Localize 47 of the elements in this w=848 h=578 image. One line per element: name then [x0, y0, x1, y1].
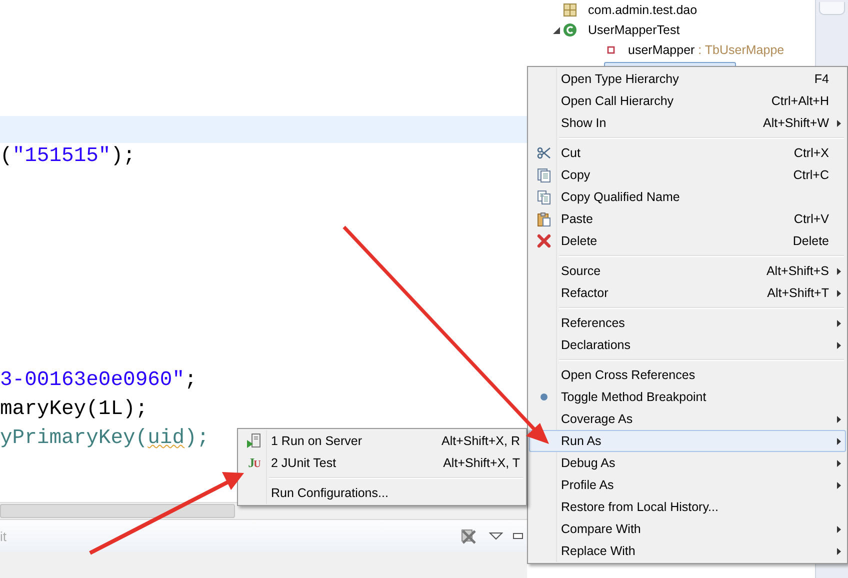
- menu-item[interactable]: Replace With: [529, 540, 846, 562]
- class-icon: [563, 23, 577, 37]
- server-icon: [246, 433, 262, 449]
- code-line: yPrimaryKey(uid);: [0, 426, 210, 452]
- menu-item[interactable]: Compare With: [529, 518, 846, 540]
- tree-item[interactable]: com.admin.test.dao: [585, 1, 700, 19]
- copy-icon: [537, 190, 551, 204]
- minimize-icon[interactable]: [513, 533, 523, 539]
- menu-item[interactable]: Toggle Method Breakpoint: [529, 386, 846, 408]
- scissors-icon: [537, 146, 551, 160]
- menu-item[interactable]: Show In Alt+Shift+W: [529, 112, 846, 134]
- breakpoint-icon: [540, 393, 548, 401]
- menu-item[interactable]: Restore from Local History...: [529, 496, 846, 518]
- menu-item[interactable]: Coverage As: [529, 408, 846, 430]
- menu-item[interactable]: 1 Run on Server Alt+Shift+X, R: [239, 430, 525, 452]
- menu-item[interactable]: Copy Ctrl+C: [529, 164, 846, 186]
- menu-item[interactable]: Declarations: [529, 334, 846, 356]
- menu-item[interactable]: Open Call Hierarchy Ctrl+Alt+H: [529, 90, 846, 112]
- menu-item[interactable]: Refactor Alt+Shift+T: [529, 282, 846, 304]
- junit-icon: JU: [248, 455, 260, 471]
- expand-arrow-icon[interactable]: [552, 26, 560, 34]
- menu-item[interactable]: JU 2 JUnit Test Alt+Shift+X, T: [239, 452, 525, 474]
- menu-item[interactable]: Run Configurations...: [239, 482, 525, 504]
- tree-item[interactable]: userMapper : TbUserMappe: [625, 41, 788, 59]
- menu-item[interactable]: Source Alt+Shift+S: [529, 260, 846, 282]
- view-menu-icon[interactable]: [489, 532, 503, 540]
- menu-item[interactable]: Open Cross References: [529, 364, 846, 386]
- menu-item[interactable]: Debug As: [529, 452, 846, 474]
- code-line: 3-00163e0e0960";: [0, 368, 197, 394]
- menu-item[interactable]: Paste Ctrl+V: [529, 208, 846, 230]
- code-line: maryKey(1L);: [0, 397, 148, 423]
- menu-item[interactable]: Delete Delete: [529, 230, 846, 252]
- menu-item[interactable]: Open Type Hierarchy F4: [529, 68, 846, 90]
- menu-item[interactable]: Copy Qualified Name: [529, 186, 846, 208]
- menu-item[interactable]: Cut Ctrl+X: [529, 142, 846, 164]
- menu-item[interactable]: References: [529, 312, 846, 334]
- copy-icon: [537, 168, 551, 182]
- menu-item[interactable]: Run As: [529, 430, 846, 452]
- code-line: ("151515");: [0, 144, 136, 170]
- menu-item[interactable]: Profile As: [529, 474, 846, 496]
- tree-item[interactable]: UserMapperTest: [585, 21, 683, 39]
- remove-all-icon[interactable]: [459, 528, 477, 544]
- delete-icon: [537, 234, 551, 248]
- paste-icon: [537, 212, 551, 226]
- scrollbar-thumb[interactable]: [0, 504, 235, 518]
- package-icon: [563, 3, 577, 17]
- field-icon: [607, 46, 615, 54]
